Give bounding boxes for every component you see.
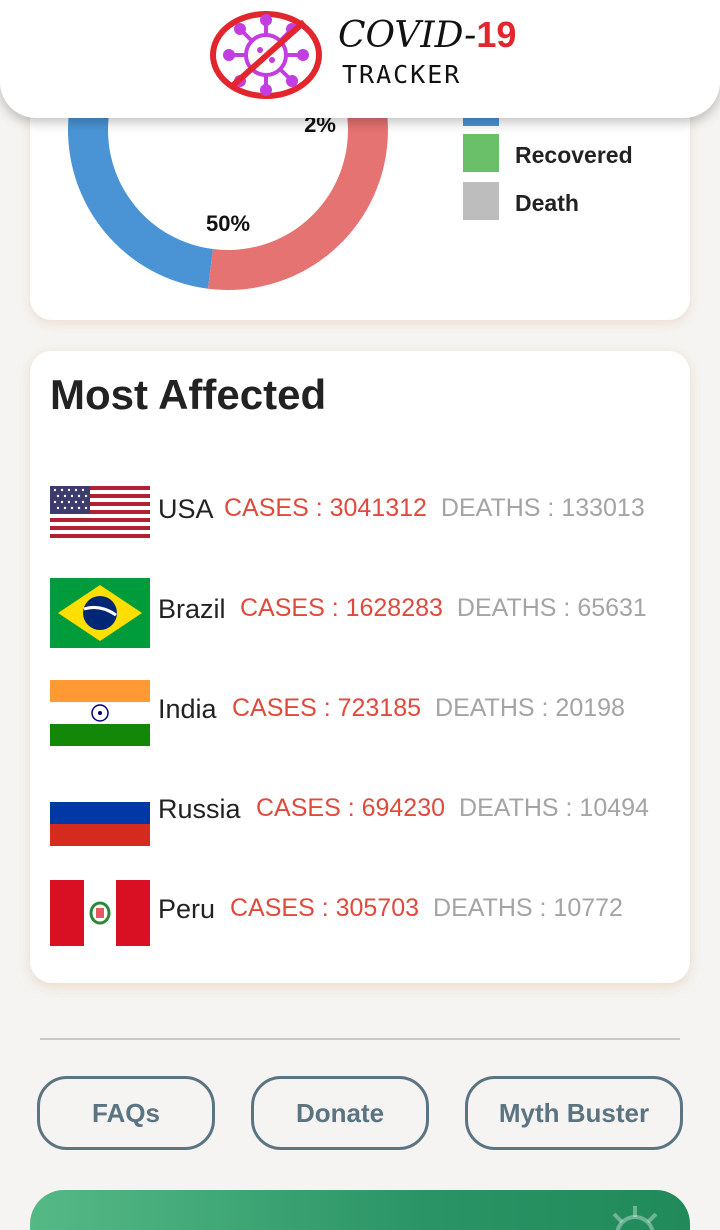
app-subtitle: TRACKER [342,60,462,89]
deaths-value: DEATHS : 10494 [459,794,649,822]
bottom-info-card[interactable] [30,1190,690,1230]
deaths-number: 65631 [577,594,647,622]
legend-swatch-recovered [463,134,499,172]
cases-prefix: CASES : [230,894,336,922]
cases-value: CASES : 305703 [230,894,419,922]
legend-item-death: Death [463,182,703,222]
deaths-number: 20198 [555,694,625,722]
most-affected-title: Most Affected [50,371,327,418]
most-affected-card: Most Affected USA CASES : 3041312 DEATHS … [30,351,690,983]
deaths-prefix: DEATHS : [440,494,562,522]
cases-value: CASES : 694230 [256,794,445,822]
cases-prefix: CASES : [232,694,338,722]
deaths-value: DEATHS : 65631 [457,594,647,622]
country-name: Russia [158,794,241,824]
donate-button[interactable]: Donate [251,1076,429,1150]
country-stats: CASES : 3041312 DEATHS : 133013 [224,494,645,523]
country-row-india[interactable]: India CASES : 723185 DEATHS : 20198 [50,678,680,748]
no-virus-icon [210,11,322,99]
country-stats: CASES : 723185 DEATHS : 20198 [232,694,625,723]
country-name: USA [158,494,214,524]
russia-flag [50,780,150,846]
virus-icon [612,1206,658,1230]
cases-prefix: CASES : [256,794,362,822]
usa-flag [50,486,150,538]
legend-swatch-death [463,182,499,220]
deaths-value: DEATHS : 20198 [435,694,625,722]
country-row-russia[interactable]: Russia CASES : 694230 DEATHS : 10494 [50,778,680,848]
legend-item-recovered: Recovered [463,134,703,174]
cases-number: 1628283 [345,594,443,622]
country-name: India [158,694,217,724]
cases-number: 723185 [337,694,422,722]
deaths-prefix: DEATHS : [456,594,578,622]
cases-number: 305703 [335,894,420,922]
brazil-flag [50,578,150,648]
deaths-value: DEATHS : 10772 [433,894,623,922]
india-flag [50,680,150,746]
cases-value: CASES : 1628283 [240,594,443,622]
country-stats: CASES : 305703 DEATHS : 10772 [230,894,623,923]
faqs-button[interactable]: FAQs [37,1076,215,1150]
cases-prefix: CASES : [240,594,346,622]
deaths-prefix: DEATHS : [459,794,580,822]
cases-number: 694230 [361,794,446,822]
country-row-usa[interactable]: USA CASES : 3041312 DEATHS : 133013 [50,478,680,548]
deaths-number: 133013 [561,494,645,522]
country-row-peru[interactable]: Peru CASES : 305703 DEATHS : 10772 [50,878,680,948]
deaths-value: DEATHS : 133013 [441,494,645,522]
country-name: Peru [158,894,216,924]
deaths-number: 10494 [579,794,649,822]
cases-value: CASES : 723185 [232,694,421,722]
country-name: Brazil [158,594,226,624]
cases-number: 3041312 [329,494,427,522]
country-stats: CASES : 694230 DEATHS : 10494 [256,794,649,823]
chart-label-confirmed: 50% [206,211,250,236]
section-divider [40,1038,680,1040]
myth-buster-button[interactable]: Myth Buster [465,1076,683,1150]
app-title-text: COVID- [338,15,477,56]
deaths-prefix: DEATHS : [433,894,554,922]
country-row-brazil[interactable]: Brazil CASES : 1628283 DEATHS : 65631 [50,578,680,648]
cases-value: CASES : 3041312 [224,494,427,522]
peru-flag [50,880,150,946]
legend-label-recovered: Recovered [515,142,633,168]
legend-label-death: Death [515,190,579,216]
app-title-number: 19 [476,14,517,55]
app-header: COVID-19 TRACKER [0,0,720,118]
app-title: COVID-19 [338,14,516,56]
deaths-prefix: DEATHS : [435,694,556,722]
deaths-number: 10772 [553,894,623,922]
country-stats: CASES : 1628283 DEATHS : 65631 [240,594,647,623]
cases-prefix: CASES : [224,494,330,522]
